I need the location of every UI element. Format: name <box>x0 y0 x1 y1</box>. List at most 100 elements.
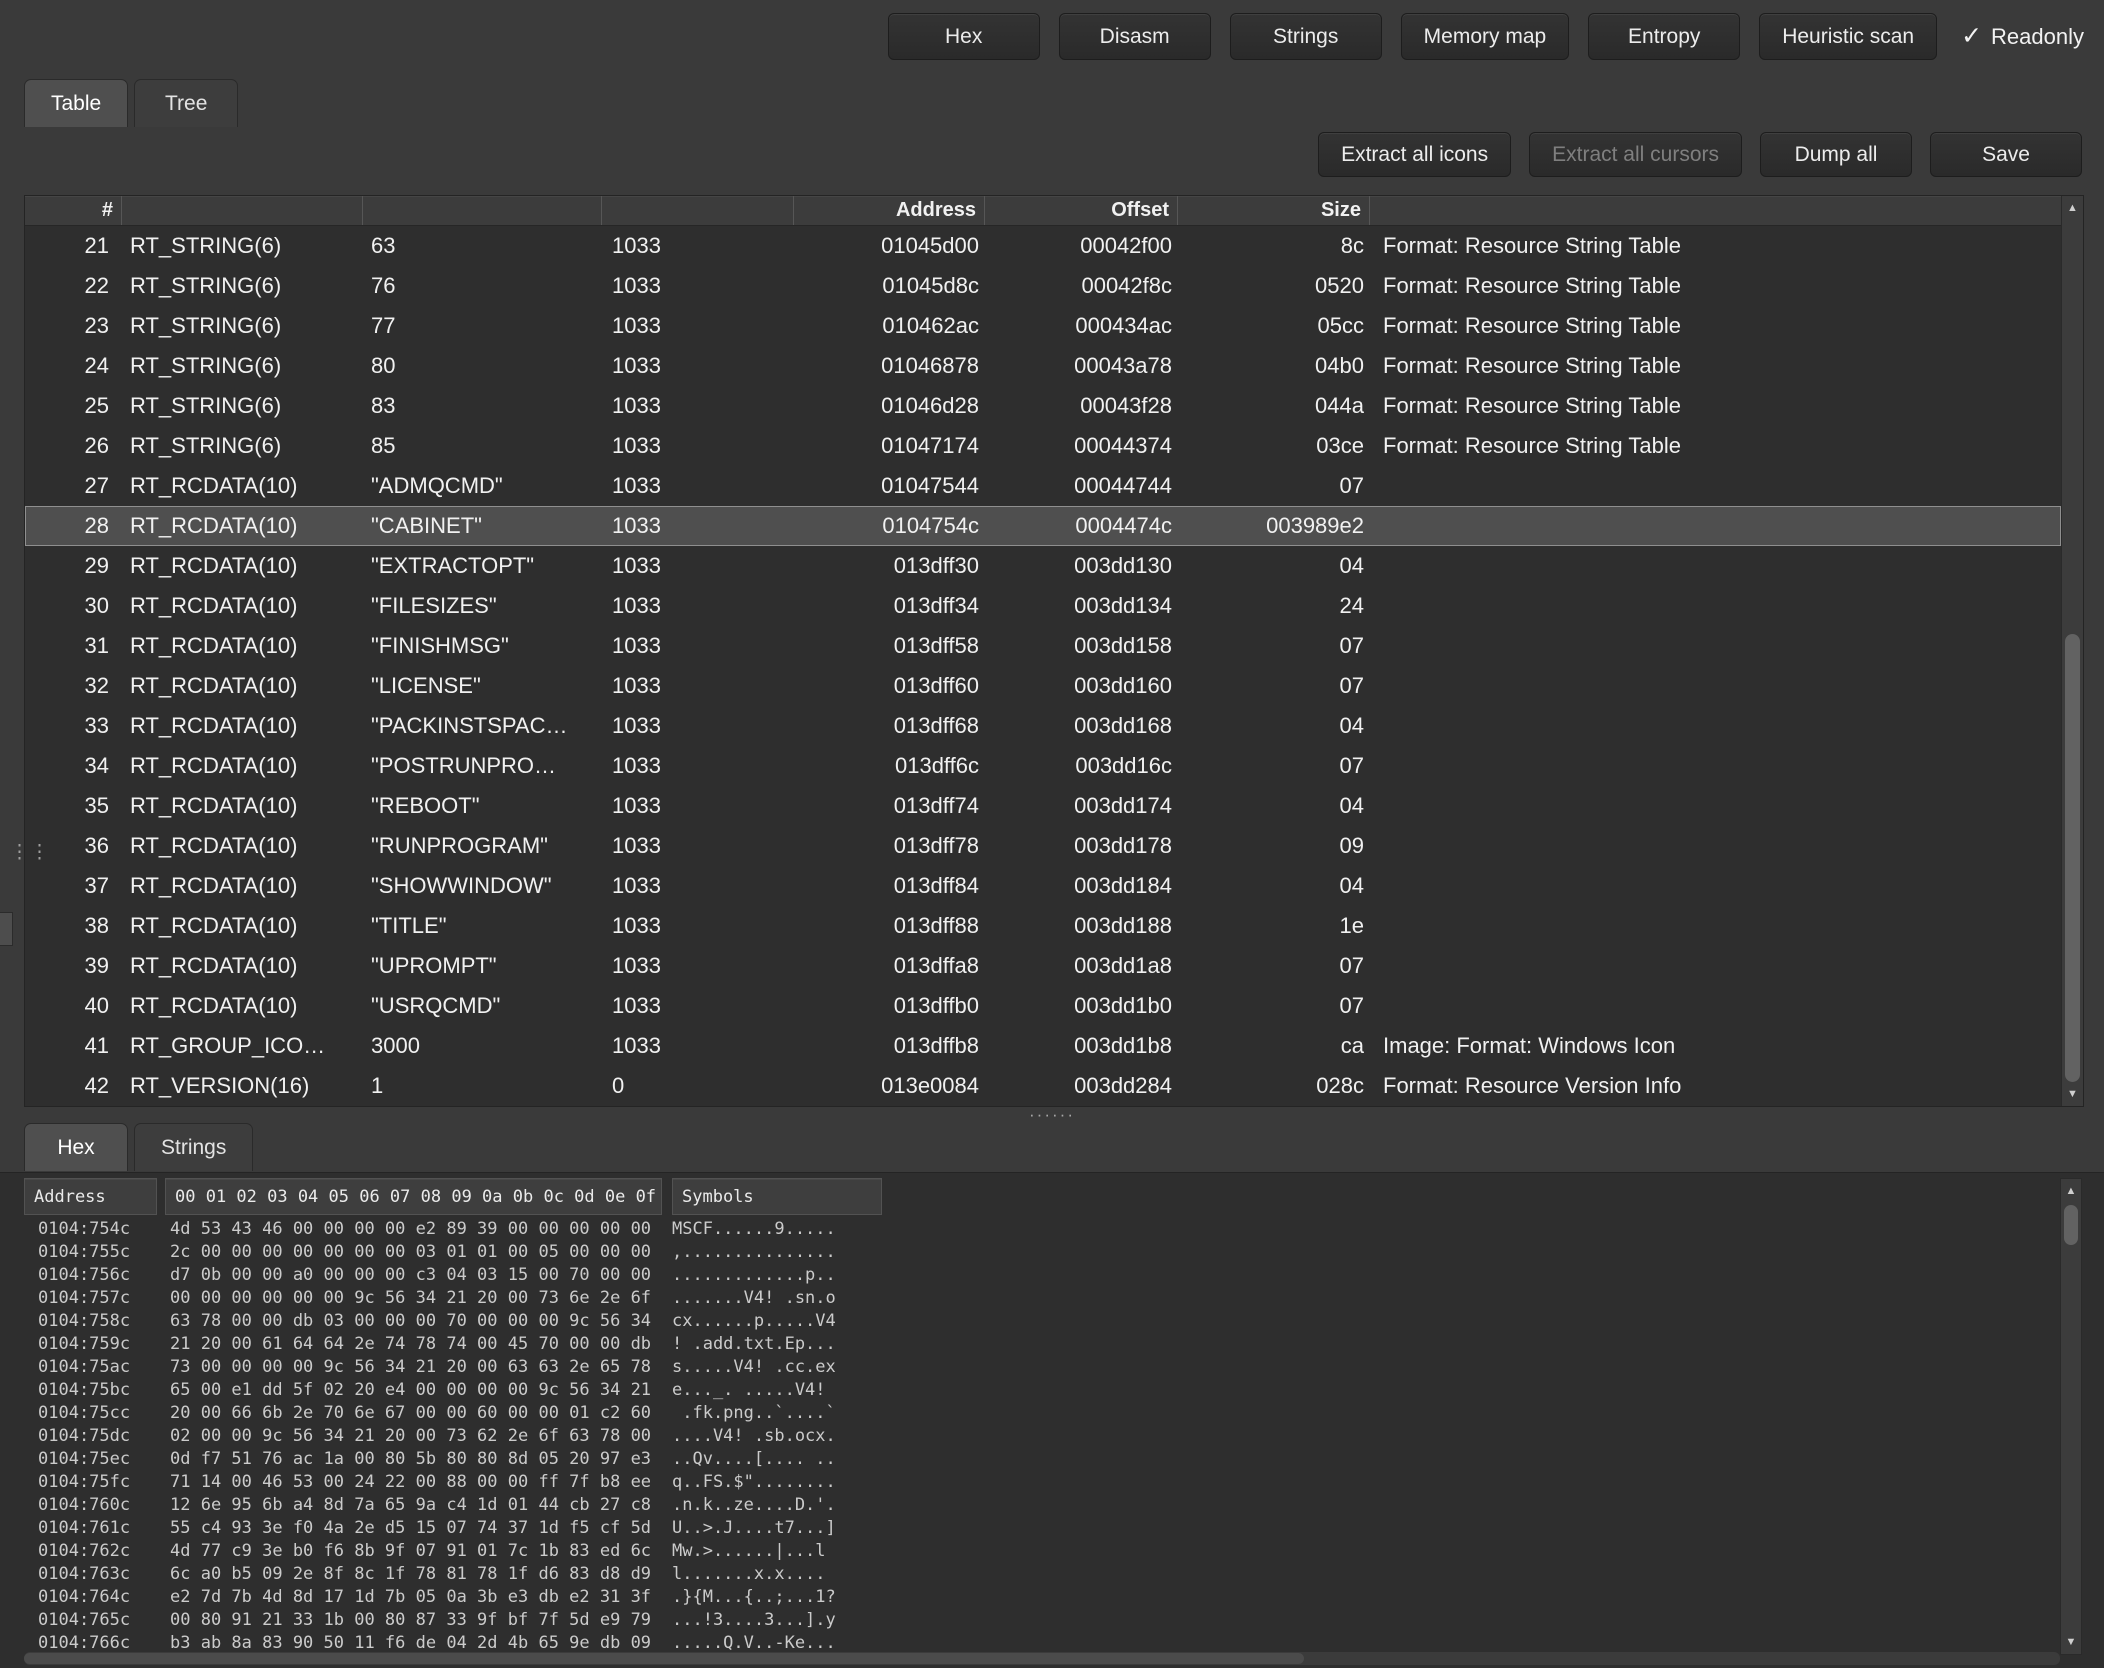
hex-row[interactable]: 0104:755c2c 00 00 00 00 00 00 00 03 01 0… <box>24 1241 2038 1264</box>
toolbar-button-memory-map[interactable]: Memory map <box>1401 13 1570 60</box>
table-row[interactable]: 25RT_STRING(6)83103301046d2800043f28044a… <box>25 386 2061 426</box>
column-header-language[interactable] <box>602 196 794 225</box>
cell-size: 07 <box>1178 746 1370 786</box>
cell-name: "USRQCMD" <box>363 986 602 1026</box>
readonly-checkbox[interactable]: ✓ Readonly <box>1961 13 2084 60</box>
cell-offset: 003dd178 <box>985 826 1178 866</box>
hex-bytes: 73 00 00 00 00 9c 56 34 21 20 00 63 63 2… <box>170 1356 672 1379</box>
cell-info <box>1370 466 2061 506</box>
hex-row[interactable]: 0104:764ce2 7d 7b 4d 8d 17 1d 7b 05 0a 3… <box>24 1586 2038 1609</box>
column-header-type[interactable] <box>122 196 363 225</box>
column-header-offset[interactable]: Offset <box>985 196 1178 225</box>
table-row[interactable]: 41RT_GROUP_ICO…30001033013dffb8003dd1b8c… <box>25 1026 2061 1066</box>
hex-row[interactable]: 0104:759c21 20 00 61 64 64 2e 74 78 74 0… <box>24 1333 2038 1356</box>
hex-symbols: .............p.. <box>672 1264 836 1287</box>
scroll-down-icon[interactable]: ▼ <box>2062 1082 2083 1106</box>
table-row[interactable]: 35RT_RCDATA(10)"REBOOT"1033013dff74003dd… <box>25 786 2061 826</box>
hex-row[interactable]: 0104:762c4d 77 c9 3e b0 f6 8b 9f 07 91 0… <box>24 1540 2038 1563</box>
table-row[interactable]: 26RT_STRING(6)851033010471740004437403ce… <box>25 426 2061 466</box>
table-row[interactable]: 21RT_STRING(6)63103301045d0000042f008cFo… <box>25 226 2061 266</box>
table-row[interactable]: 23RT_STRING(6)771033010462ac000434ac05cc… <box>25 306 2061 346</box>
table-row[interactable]: 42RT_VERSION(16)10013e0084003dd284028cFo… <box>25 1066 2061 1106</box>
hex-row[interactable]: 0104:75cc20 00 66 6b 2e 70 6e 67 00 00 6… <box>24 1402 2038 1425</box>
toolbar-button-hex[interactable]: Hex <box>888 13 1040 60</box>
hex-horizontal-scrollbar-thumb[interactable] <box>24 1653 1304 1664</box>
tab-table[interactable]: Table <box>24 79 128 127</box>
table-row[interactable]: 38RT_RCDATA(10)"TITLE"1033013dff88003dd1… <box>25 906 2061 946</box>
hex-address: 0104:754c <box>24 1218 170 1241</box>
left-splitter-handle[interactable]: ⋮ ⋮ <box>10 843 49 862</box>
column-header-number[interactable]: # <box>25 196 122 225</box>
toolbar-button-strings[interactable]: Strings <box>1230 13 1382 60</box>
top-toolbar: Hex Disasm Strings Memory map Entropy Heurist… <box>0 0 2104 78</box>
cell-type: RT_STRING(6) <box>122 226 363 266</box>
table-row[interactable]: 30RT_RCDATA(10)"FILESIZES"1033013dff3400… <box>25 586 2061 626</box>
table-row[interactable]: 37RT_RCDATA(10)"SHOWWINDOW"1033013dff840… <box>25 866 2061 906</box>
table-row[interactable]: 33RT_RCDATA(10)"PACKINSTSPAC…1033013dff6… <box>25 706 2061 746</box>
table-row[interactable]: 40RT_RCDATA(10)"USRQCMD"1033013dffb0003d… <box>25 986 2061 1026</box>
dump-all-button[interactable]: Dump all <box>1760 132 1912 177</box>
panel-splitter[interactable]: ······ <box>0 1107 2104 1123</box>
table-row[interactable]: 34RT_RCDATA(10)"POSTRUNPRO…1033013dff6c0… <box>25 746 2061 786</box>
tab-hex[interactable]: Hex <box>24 1123 128 1171</box>
hex-symbols: .n.k..ze....D.'. <box>672 1494 836 1517</box>
save-button[interactable]: Save <box>1930 132 2082 177</box>
table-row[interactable]: 28RT_RCDATA(10)"CABINET"10330104754c0004… <box>25 506 2061 546</box>
hex-header-symbols[interactable]: Symbols <box>672 1178 882 1215</box>
tab-tree[interactable]: Tree <box>134 79 238 127</box>
table-row[interactable]: 36RT_RCDATA(10)"RUNPROGRAM"1033013dff780… <box>25 826 2061 866</box>
cell-type: RT_RCDATA(10) <box>122 626 363 666</box>
hex-row[interactable]: 0104:758c63 78 00 00 db 03 00 00 00 70 0… <box>24 1310 2038 1333</box>
toolbar-button-entropy[interactable]: Entropy <box>1588 13 1740 60</box>
toolbar-button-disasm[interactable]: Disasm <box>1059 13 1211 60</box>
tab-strings[interactable]: Strings <box>134 1123 253 1171</box>
cell-offset: 00043a78 <box>985 346 1178 386</box>
column-header-address[interactable]: Address <box>794 196 985 225</box>
table-row[interactable]: 24RT_STRING(6)8010330104687800043a7804b0… <box>25 346 2061 386</box>
extract-all-cursors-button[interactable]: Extract all cursors <box>1529 132 1742 177</box>
cell-size: 8c <box>1178 226 1370 266</box>
scroll-up-icon[interactable]: ▲ <box>2061 1179 2081 1203</box>
column-header-info[interactable] <box>1370 196 2061 225</box>
table-row[interactable]: 27RT_RCDATA(10)"ADMQCMD"1033010475440004… <box>25 466 2061 506</box>
table-row[interactable]: 39RT_RCDATA(10)"UPROMPT"1033013dffa8003d… <box>25 946 2061 986</box>
hex-row[interactable]: 0104:757c00 00 00 00 00 00 9c 56 34 21 2… <box>24 1287 2038 1310</box>
column-header-size[interactable]: Size <box>1178 196 1370 225</box>
hex-row[interactable]: 0104:75ec0d f7 51 76 ac 1a 00 80 5b 80 8… <box>24 1448 2038 1471</box>
table-row[interactable]: 29RT_RCDATA(10)"EXTRACTOPT"1033013dff300… <box>25 546 2061 586</box>
toolbar-button-heuristic-scan[interactable]: Heuristic scan <box>1759 13 1937 60</box>
hex-row[interactable]: 0104:756cd7 0b 00 00 a0 00 00 00 c3 04 0… <box>24 1264 2038 1287</box>
hex-address: 0104:75dc <box>24 1425 170 1448</box>
table-row[interactable]: 22RT_STRING(6)76103301045d8c00042f8c0520… <box>25 266 2061 306</box>
cell-type: RT_RCDATA(10) <box>122 946 363 986</box>
scroll-up-icon[interactable]: ▲ <box>2062 196 2083 220</box>
hex-row[interactable]: 0104:765c00 80 91 21 33 1b 00 80 87 33 9… <box>24 1609 2038 1632</box>
table-row[interactable]: 31RT_RCDATA(10)"FINISHMSG"1033013dff5800… <box>25 626 2061 666</box>
table-scrollbar-thumb[interactable] <box>2065 634 2080 1082</box>
hex-row[interactable]: 0104:763c6c a0 b5 09 2e 8f 8c 1f 78 81 7… <box>24 1563 2038 1586</box>
cell-info <box>1370 706 2061 746</box>
collapsed-panel-tab[interactable] <box>0 912 13 946</box>
hex-header-byte-columns[interactable]: 00 01 02 03 04 05 06 07 08 09 0a 0b 0c 0… <box>165 1178 662 1215</box>
hex-row[interactable]: 0104:761c55 c4 93 3e f0 4a 2e d5 15 07 7… <box>24 1517 2038 1540</box>
cell-offset: 000434ac <box>985 306 1178 346</box>
hex-header-address[interactable]: Address <box>24 1178 157 1215</box>
hex-scrollbar-thumb[interactable] <box>2064 1205 2078 1245</box>
cell-name: 77 <box>363 306 602 346</box>
hex-row[interactable]: 0104:75fc71 14 00 46 53 00 24 22 00 88 0… <box>24 1471 2038 1494</box>
hex-row[interactable]: 0104:75bc65 00 e1 dd 5f 02 20 e4 00 00 0… <box>24 1379 2038 1402</box>
table-scrollbar[interactable]: ▲ ▼ <box>2061 196 2083 1106</box>
hex-row[interactable]: 0104:754c4d 53 43 46 00 00 00 00 e2 89 3… <box>24 1218 2038 1241</box>
extract-all-icons-button[interactable]: Extract all icons <box>1318 132 1511 177</box>
column-header-name[interactable] <box>363 196 602 225</box>
cell-type: RT_RCDATA(10) <box>122 586 363 626</box>
hex-row[interactable]: 0104:75dc02 00 00 9c 56 34 21 20 00 73 6… <box>24 1425 2038 1448</box>
hex-scrollbar[interactable]: ▲ ▼ <box>2060 1178 2082 1655</box>
hex-horizontal-scrollbar[interactable] <box>24 1652 2060 1665</box>
table-row[interactable]: 32RT_RCDATA(10)"LICENSE"1033013dff60003d… <box>25 666 2061 706</box>
cell-info: Format: Resource String Table <box>1370 226 2061 266</box>
cell-language: 1033 <box>602 386 794 426</box>
hex-row[interactable]: 0104:75ac73 00 00 00 00 9c 56 34 21 20 0… <box>24 1356 2038 1379</box>
scroll-down-icon[interactable]: ▼ <box>2061 1630 2081 1654</box>
hex-row[interactable]: 0104:760c12 6e 95 6b a4 8d 7a 65 9a c4 1… <box>24 1494 2038 1517</box>
